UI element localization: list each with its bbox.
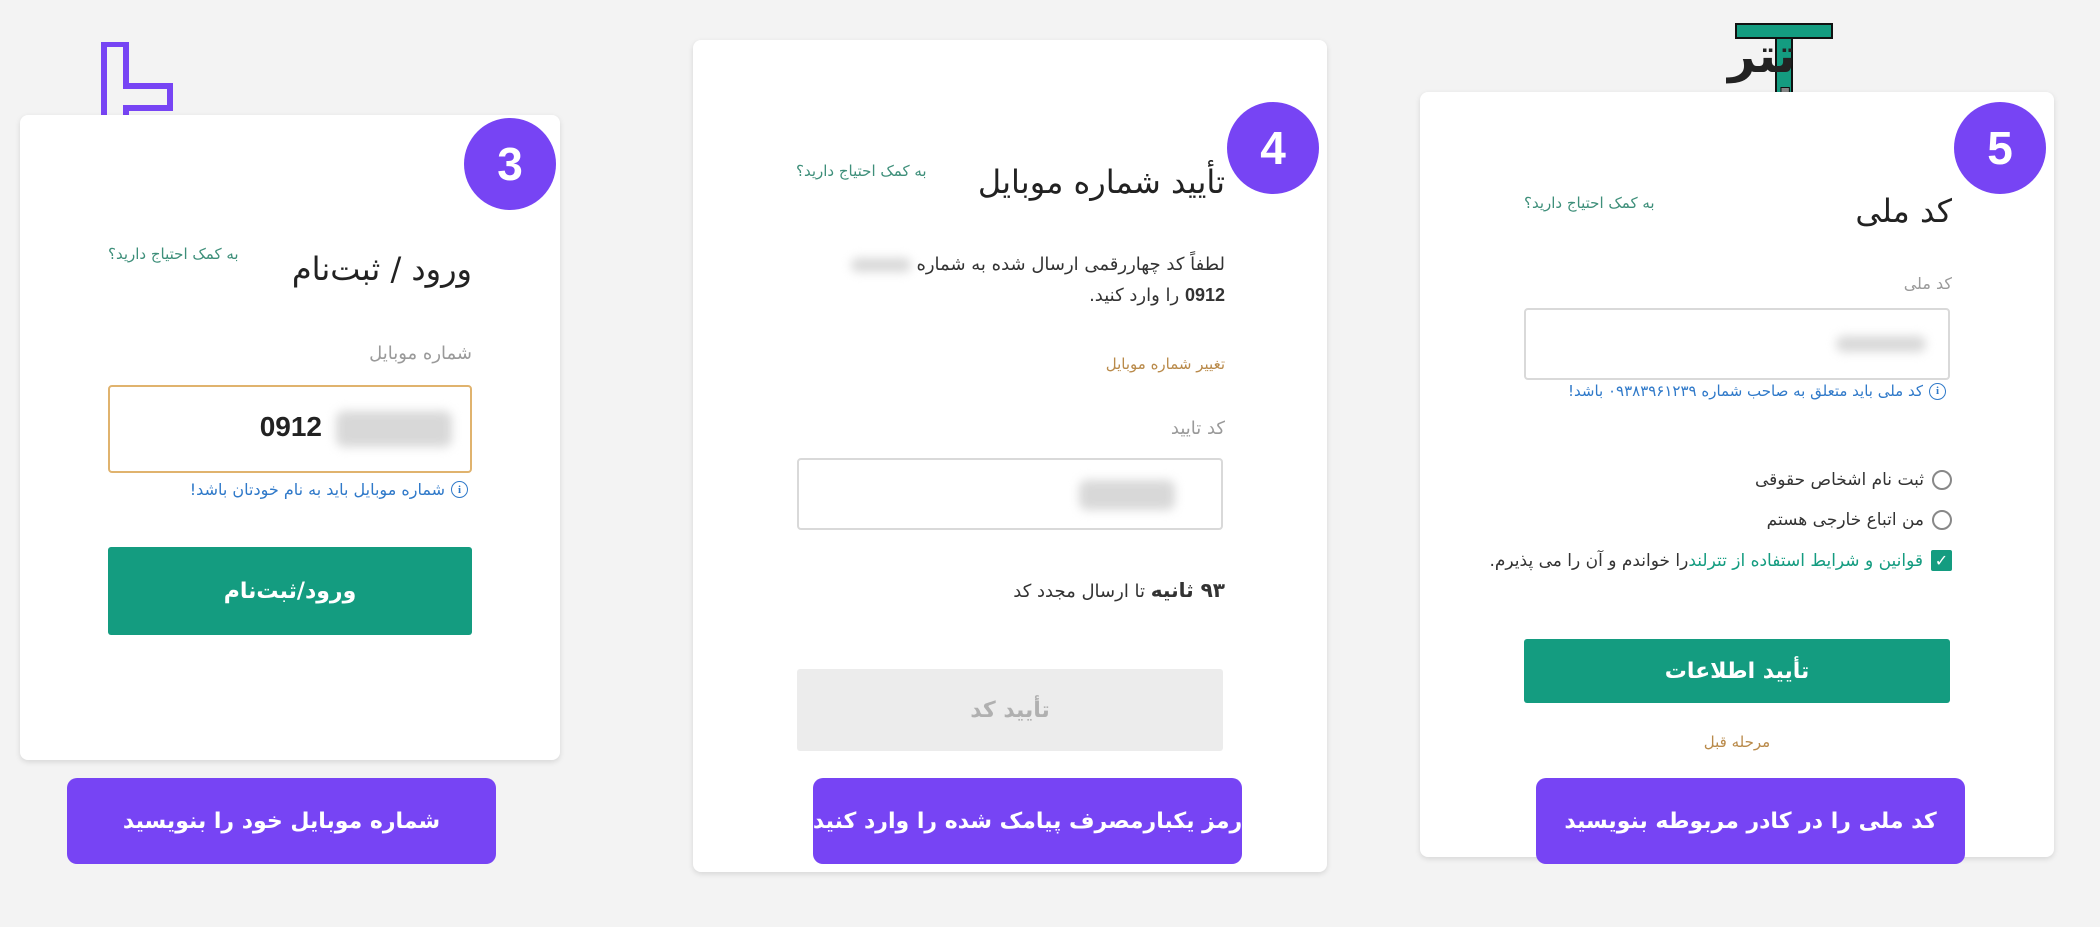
step-badge: 3 — [464, 118, 556, 210]
code-label: کد تایید — [1170, 418, 1225, 439]
id-note: i کد ملی باید متعلق به صاحب شماره ۰۹۳۸۳۹… — [1568, 382, 1946, 400]
page-title: کد ملی — [1855, 192, 1952, 230]
radio-unchecked-icon[interactable] — [1932, 470, 1952, 490]
help-link[interactable]: به کمک احتیاج دارید؟ — [796, 162, 927, 180]
phone-value: 0912 — [259, 411, 322, 442]
step-badge: 4 — [1227, 102, 1319, 194]
masked-digits — [336, 411, 452, 447]
phone-note: i شماره موبایل باید به نام خودتان باشد! — [190, 480, 468, 499]
phone-input[interactable]: 0912 — [108, 385, 472, 473]
help-link[interactable]: به کمک احتیاج دارید؟ — [108, 245, 239, 263]
confirm-info-button[interactable]: تأیید اطلاعات — [1524, 639, 1950, 703]
code-input[interactable] — [797, 458, 1223, 530]
id-label: کد ملی — [1903, 274, 1952, 293]
page-title: تأیید شماره موبایل — [977, 163, 1225, 201]
page-title: ورود / ثبت‌نام — [291, 250, 472, 288]
phone-label: شماره موبایل — [369, 343, 472, 364]
instruction-text: لطفاً کد چهاررقمی ارسال شده به شماره 091… — [805, 250, 1225, 311]
timer-value: ۹۳ ثانیه — [1150, 578, 1225, 602]
help-link[interactable]: به کمک احتیاج دارید؟ — [1524, 194, 1655, 212]
login-button[interactable]: ورود/ثبت‌نام — [108, 547, 472, 635]
timer-text: تا ارسال مجدد کد — [1013, 581, 1146, 602]
national-id-card: 5 به کمک احتیاج دارید؟ کد ملی کد ملی i ک… — [1420, 92, 2054, 857]
instruction-part-a: لطفاً کد چهاررقمی ارسال شده به شماره — [916, 254, 1225, 275]
info-icon: i — [1929, 382, 1946, 400]
login-card: 3 به کمک احتیاج دارید؟ ورود / ثبت‌نام شم… — [20, 115, 560, 760]
foreign-national-label: من اتباع خارجی هستم — [1766, 510, 1924, 530]
instruction-phone: 0912 — [1184, 285, 1225, 305]
previous-step-link[interactable]: مرحله قبل — [1420, 733, 2054, 751]
change-number-link[interactable]: تغییر شماره موبایل — [1106, 355, 1225, 373]
phone-note-text: شماره موبایل باید به نام خودتان باشد! — [189, 480, 445, 499]
national-id-input[interactable] — [1524, 308, 1950, 380]
id-note-text: کد ملی باید متعلق به صاحب شماره ۰۹۳۸۳۹۶۱… — [1568, 382, 1923, 400]
legal-entity-label: ثبت نام اشخاص حقوقی — [1754, 470, 1924, 490]
masked-id — [1836, 336, 1926, 352]
legal-entity-option[interactable]: ثبت نام اشخاص حقوقی — [1755, 470, 1952, 490]
terms-link[interactable]: قوانین و شرایط استفاده از تترلند — [1688, 551, 1923, 571]
terms-text: را خواندم و آن را می پذیرم. — [1489, 550, 1689, 571]
radio-unchecked-icon[interactable] — [1932, 510, 1952, 530]
verify-card: 4 به کمک احتیاج دارید؟ تأیید شماره موبای… — [693, 40, 1327, 872]
checkbox-checked-icon[interactable]: ✓ — [1931, 550, 1952, 571]
step5-caption: کد ملی را در کادر مربوطه بنویسید — [1536, 778, 1965, 864]
info-icon: i — [451, 481, 468, 498]
terms-agreement[interactable]: ✓ قوانین و شرایط استفاده از تترلندرا خوا… — [1489, 550, 1952, 571]
confirm-code-button[interactable]: تأیید کد — [797, 669, 1223, 751]
step3-caption: شماره موبایل خود را بنویسید — [67, 778, 496, 864]
masked-digits — [850, 258, 911, 272]
foreign-national-option[interactable]: من اتباع خارجی هستم — [1767, 510, 1952, 530]
masked-code — [1079, 480, 1175, 510]
step4-caption: رمز یکبارمصرف پیامک شده را وارد کنید — [813, 778, 1242, 864]
instruction-part-b: را وارد کنید. — [1089, 285, 1180, 306]
resend-timer: ۹۳ ثانیه تا ارسال مجدد کد — [1013, 578, 1225, 602]
logo-text-top: تتر — [1726, 28, 1795, 84]
step-badge: 5 — [1954, 102, 2046, 194]
